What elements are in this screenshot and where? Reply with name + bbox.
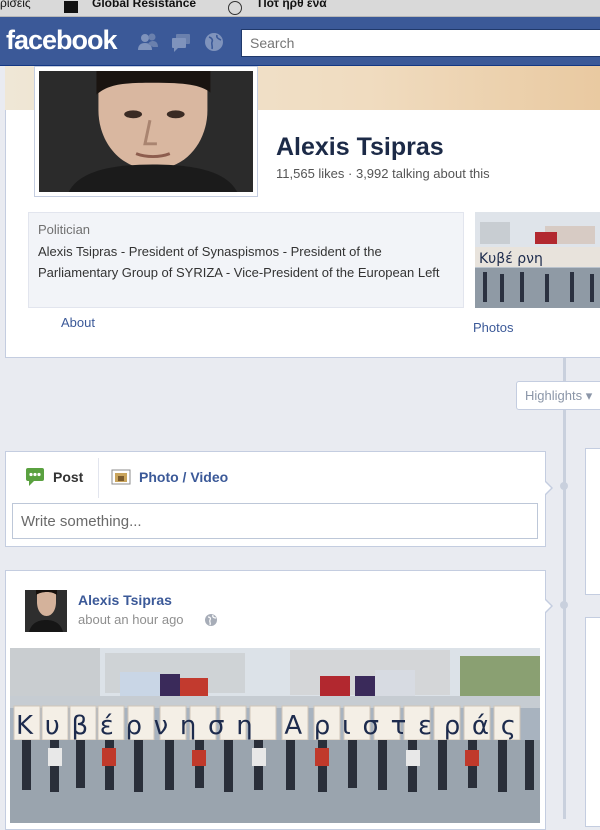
composer-pointer-fill <box>544 481 551 495</box>
bookmark-item[interactable]: ρίσεις <box>0 0 31 10</box>
facebook-logo[interactable]: facebook <box>6 25 118 56</box>
write-something-field[interactable] <box>12 503 538 539</box>
bookmark-globe-icon <box>228 1 242 15</box>
post-timestamp[interactable]: about an hour ago <box>78 612 184 627</box>
tab-post[interactable]: Post <box>25 466 83 488</box>
notifications-globe-icon[interactable] <box>203 32 225 52</box>
bookmark-item[interactable]: Global Resistance <box>92 0 196 10</box>
photos-thumbnail[interactable]: Κυβέ ρνη <box>475 212 600 308</box>
bookmark-favicon-icon <box>64 1 78 13</box>
profile-picture-frame[interactable] <box>34 66 258 197</box>
right-column-card <box>585 448 600 595</box>
page-stats: 11,565 likes · 3,992 talking about this <box>276 166 490 181</box>
tab-post-label: Post <box>53 469 84 485</box>
public-audience-globe-icon[interactable] <box>204 613 218 627</box>
highlights-dropdown[interactable]: Highlights ▾ <box>516 381 600 410</box>
browser-bookmarks-bar: ρίσεις Global Resistance Ποτ ήρθ ενα <box>0 0 600 17</box>
post-author-name[interactable]: Alexis Tsipras <box>78 592 172 608</box>
timeline-dot <box>560 601 568 609</box>
page-title: Alexis Tsipras <box>276 133 444 161</box>
tab-photo-video[interactable]: Photo / Video <box>111 466 228 488</box>
post-status-icon <box>26 468 44 486</box>
bookmark-item[interactable]: Ποτ ήρθ ενα <box>258 0 327 10</box>
facebook-top-bar: facebook <box>0 17 600 66</box>
profile-picture <box>39 71 253 192</box>
about-description: Alexis Tsipras - President of Synaspismo… <box>38 244 440 280</box>
friend-requests-icon[interactable] <box>137 32 159 52</box>
photo-video-icon <box>111 469 131 485</box>
search-input[interactable] <box>242 30 600 56</box>
search-box[interactable] <box>241 29 600 57</box>
page-category: Politician <box>38 222 91 237</box>
post-pointer-fill <box>544 599 551 613</box>
timeline-dot <box>560 482 568 490</box>
tab-divider <box>98 458 99 498</box>
post-author-avatar[interactable] <box>25 590 67 632</box>
tab-photo-video-label: Photo / Video <box>139 469 229 485</box>
messages-icon[interactable] <box>170 32 192 52</box>
write-something-input[interactable] <box>13 504 537 538</box>
photos-link[interactable]: Photos <box>473 320 513 335</box>
post-photo[interactable]: Κυβέρνηση Αριστεράς <box>10 648 540 823</box>
timeline-spine <box>563 358 566 819</box>
right-column-card <box>585 617 600 827</box>
about-link[interactable]: About <box>61 315 95 330</box>
svg-text:Κυβέ ρνη: Κυβέ ρνη <box>479 251 543 267</box>
